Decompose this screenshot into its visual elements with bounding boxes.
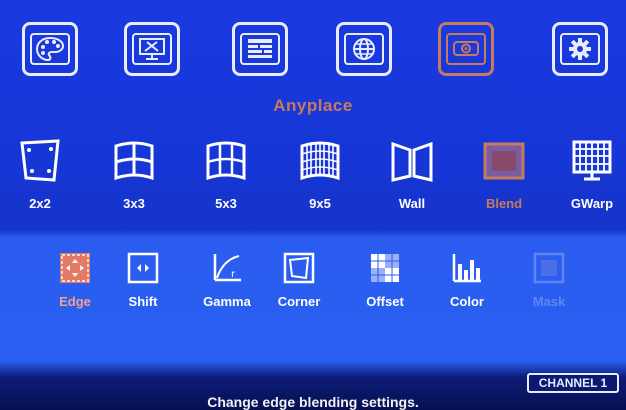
mask-icon <box>533 252 565 284</box>
curved-grid-3x3-icon <box>114 141 154 181</box>
mode-9x5[interactable]: 9x5 <box>290 138 350 216</box>
selected-menu-title: Anyplace <box>273 96 353 115</box>
color-bars-icon <box>452 254 481 283</box>
blend-submenu-row: Edge Shift r Gamma Corner Offset Color M… <box>0 252 626 322</box>
osd-menu-screen: Anyplace 2x2 3x3 5x3 9x5 Wall Blend GWar… <box>0 0 626 410</box>
blend-label: Offset <box>366 294 404 309</box>
mode-wall[interactable]: Wall <box>382 138 442 216</box>
blend-shift[interactable]: Shift <box>110 252 176 316</box>
mode-gwarp[interactable]: GWarp <box>562 138 622 216</box>
blend-corner[interactable]: Corner <box>266 252 332 316</box>
top-menu-palette[interactable] <box>22 22 78 76</box>
blend-label: Color <box>450 294 484 309</box>
blend-icon <box>483 142 525 180</box>
blend-mask[interactable]: Mask <box>516 252 582 316</box>
gamma-curve-icon: r <box>213 254 241 282</box>
gear-icon <box>560 33 600 65</box>
mode-label: 5x3 <box>215 196 237 211</box>
svg-text:r: r <box>231 269 236 280</box>
shift-icon <box>127 252 159 284</box>
gwarp-grid-icon <box>572 140 612 181</box>
mode-label: 9x5 <box>309 196 331 211</box>
blend-label: Edge <box>59 294 91 309</box>
layout-bars-icon <box>240 33 280 65</box>
blend-label: Shift <box>128 294 158 309</box>
top-menu-settings[interactable] <box>552 22 608 76</box>
blend-label: Mask <box>532 294 566 309</box>
mode-blend[interactable]: Blend <box>474 138 534 216</box>
blend-edge[interactable]: Edge <box>42 252 108 316</box>
mode-label: Wall <box>398 196 426 211</box>
monitor-tools-icon <box>132 33 172 65</box>
mode-label: Blend <box>485 196 523 211</box>
projector-icon <box>446 33 486 65</box>
curved-grid-9x5-icon <box>300 141 340 181</box>
palette-icon <box>30 33 70 65</box>
blend-label: Corner <box>277 294 321 309</box>
top-menu-globe[interactable] <box>336 22 392 76</box>
top-menu-bar <box>0 22 626 82</box>
mode-5x3[interactable]: 5x3 <box>196 138 256 216</box>
blend-label: Gamma <box>203 294 251 309</box>
top-menu-layout[interactable] <box>232 22 288 76</box>
blend-gamma[interactable]: r Gamma <box>194 252 260 316</box>
edge-icon <box>60 253 90 283</box>
globe-icon <box>344 33 384 65</box>
blend-offset[interactable]: Offset <box>352 252 418 316</box>
mode-label: 2x2 <box>29 196 51 211</box>
top-menu-anyplace[interactable] <box>438 22 494 76</box>
status-bar: Change edge blending settings. <box>0 384 626 410</box>
blend-color[interactable]: Color <box>434 252 500 316</box>
status-message: Change edge blending settings. <box>207 394 419 410</box>
mode-3x3[interactable]: 3x3 <box>104 138 164 216</box>
mode-label: 3x3 <box>123 196 145 211</box>
mode-selector-row: 2x2 3x3 5x3 9x5 Wall Blend GWarp <box>0 138 626 218</box>
quad-corners-icon <box>20 139 60 182</box>
mode-label: GWarp <box>570 196 614 211</box>
corner-icon <box>283 252 315 284</box>
offset-icon <box>371 254 399 282</box>
top-menu-monitor-tools[interactable] <box>124 22 180 76</box>
curved-grid-5x3-icon <box>206 141 246 181</box>
wall-icon <box>391 141 433 182</box>
mode-2x2[interactable]: 2x2 <box>10 138 70 216</box>
